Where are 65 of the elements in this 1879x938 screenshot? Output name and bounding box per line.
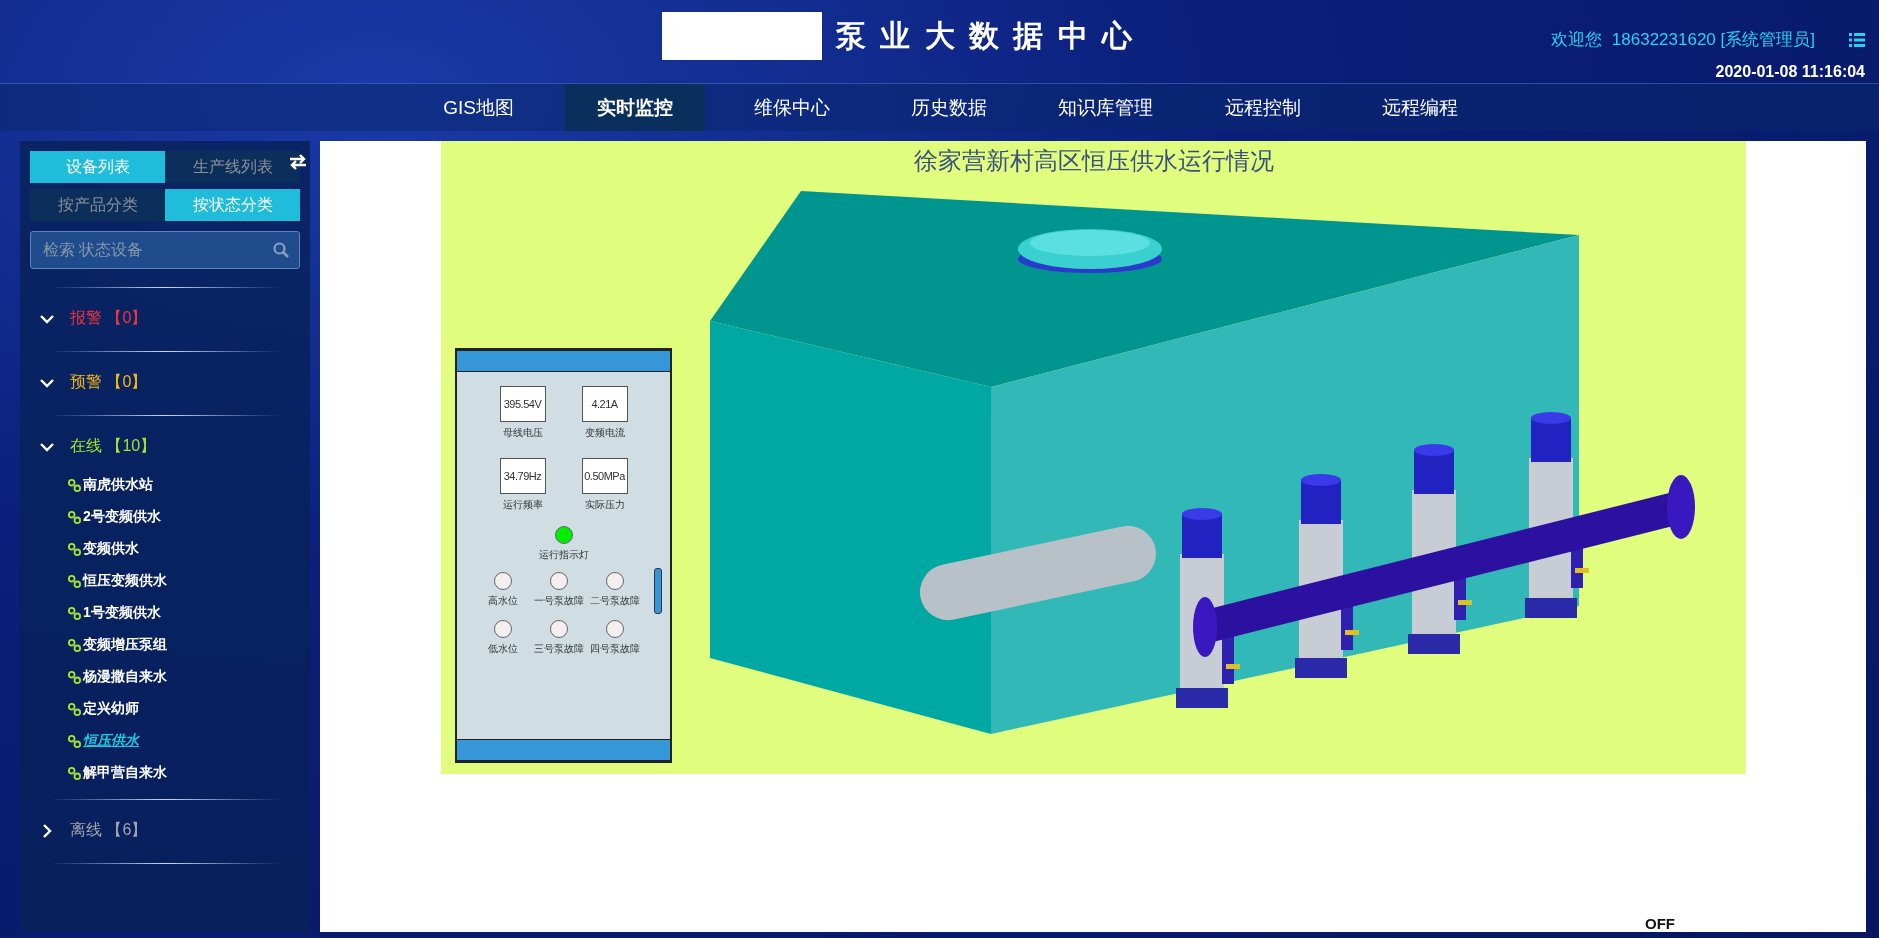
scrollbar[interactable] <box>654 568 662 614</box>
link-icon <box>68 606 81 620</box>
group-header[interactable]: 报警 【0】 <box>20 298 310 341</box>
nav-tab[interactable]: 知识库管理 <box>1027 84 1184 131</box>
group-label: 离线 【6】 <box>70 820 148 840</box>
link-icon <box>68 638 81 652</box>
gauge-display: 395.54V <box>499 386 546 422</box>
nav-tab[interactable]: 历史数据 <box>870 84 1027 131</box>
lamp-label: 运行指示灯 <box>538 548 589 562</box>
link-icon <box>68 766 81 780</box>
link-icon <box>68 510 81 524</box>
lamp-label: 高水位 <box>487 594 518 608</box>
device-link[interactable]: 恒压变频供水 <box>83 572 167 590</box>
device-link[interactable]: 恒压供水 <box>83 732 139 750</box>
link-icon <box>68 574 81 588</box>
welcome-text: 欢迎您 <box>1550 29 1602 51</box>
nav-tab[interactable]: 维保中心 <box>713 84 870 131</box>
device-link[interactable]: 解甲营自来水 <box>83 764 167 782</box>
group-label: 在线 【10】 <box>70 436 157 456</box>
device-link[interactable]: 变频增压泵组 <box>83 636 167 654</box>
chevron-icon <box>40 823 54 838</box>
group-header[interactable]: 在线 【10】 <box>20 426 310 469</box>
gauge-label: 运行频率 <box>502 498 543 512</box>
nav-tab[interactable]: 远程控制 <box>1184 84 1341 131</box>
scene-title: 徐家营新村高区恒压供水运行情况 <box>912 146 1275 176</box>
gauge-label: 实际压力 <box>584 498 625 512</box>
link-icon <box>68 702 81 716</box>
search-field[interactable]: 检索 状态设备 <box>30 231 300 269</box>
device-link[interactable]: 2号变频供水 <box>83 508 161 526</box>
list-tab[interactable]: 生产线列表 <box>165 151 300 183</box>
gauge-label: 母线电压 <box>502 426 543 440</box>
gauge-label: 变频电流 <box>584 426 625 440</box>
gauge-display: 0.50MPa <box>581 458 628 494</box>
device-link[interactable]: 变频供水 <box>83 540 139 558</box>
search-icon[interactable] <box>273 242 289 258</box>
link-icon <box>68 478 81 492</box>
lamp-label: 低水位 <box>487 642 518 656</box>
app-title: 泵 业 大 数 据 中 心 <box>836 17 1135 54</box>
lamp-label: 四号泵故障 <box>589 642 640 656</box>
device-link[interactable]: 定兴幼师 <box>83 700 139 718</box>
nav-tab[interactable]: GIS地图 <box>400 84 557 131</box>
device-link[interactable]: 1号变频供水 <box>83 604 161 622</box>
nav-tab[interactable]: 实时监控 <box>565 84 705 131</box>
lamp-label: 三号泵故障 <box>533 642 584 656</box>
group-label: 预警 【0】 <box>70 372 148 392</box>
device-link[interactable]: 南虎供水站 <box>83 476 153 494</box>
device-link[interactable]: 杨漫撒自来水 <box>83 668 167 686</box>
datetime: 2020-01-08 11:16:04 <box>1715 63 1865 81</box>
filter-tab[interactable]: 按产品分类 <box>30 189 165 221</box>
nav-tab[interactable]: 远程编程 <box>1341 84 1498 131</box>
gauge-display: 34.79Hz <box>499 458 546 494</box>
link-icon <box>68 670 81 684</box>
user-name: 18632231620 [系统管理员] <box>1611 29 1815 51</box>
lamp-label: 一号泵故障 <box>533 594 584 608</box>
menu-icon[interactable] <box>1849 32 1865 47</box>
search-input[interactable]: 检索 状态设备 <box>41 240 273 260</box>
group-label: 报警 【0】 <box>70 308 148 328</box>
status-text: OFF <box>1645 915 1675 932</box>
lamp-label: 二号泵故障 <box>589 594 640 608</box>
group-header[interactable]: 离线 【6】 <box>20 810 310 853</box>
gauge-display: 4.21A <box>581 386 628 422</box>
swap-icon[interactable] <box>288 154 308 170</box>
group-header[interactable]: 预警 【0】 <box>20 362 310 405</box>
link-icon <box>68 734 81 748</box>
link-icon <box>68 542 81 556</box>
